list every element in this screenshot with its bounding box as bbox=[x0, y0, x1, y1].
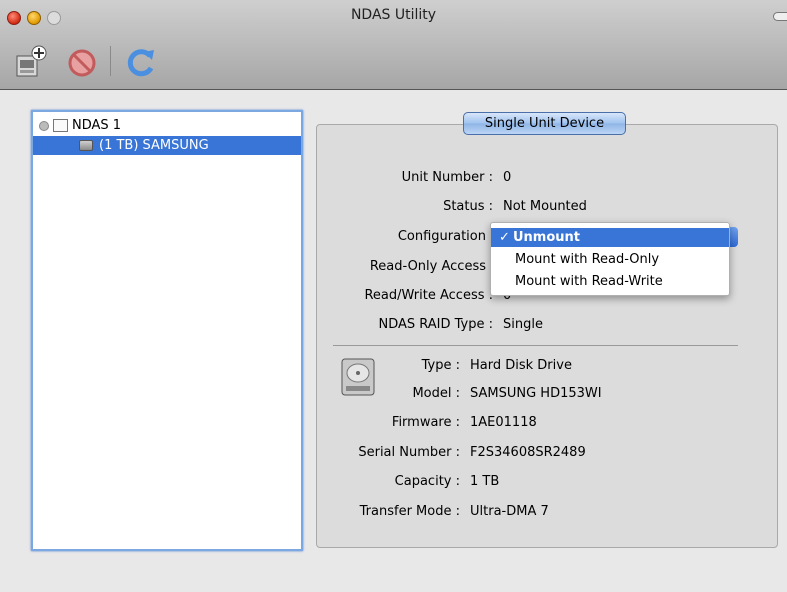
transfer-mode-label: Transfer Mode : bbox=[359, 504, 460, 519]
capacity-label: Capacity : bbox=[394, 474, 460, 489]
capacity-value: 1 TB bbox=[470, 474, 500, 489]
disclosure-icon[interactable] bbox=[39, 120, 49, 131]
hard-disk-drive-icon bbox=[341, 358, 375, 396]
firmware-label: Firmware : bbox=[391, 415, 460, 430]
disconnect-icon bbox=[68, 49, 96, 77]
disconnect-button[interactable] bbox=[64, 44, 100, 78]
refresh-icon bbox=[127, 49, 154, 77]
type-value: Hard Disk Drive bbox=[470, 358, 572, 373]
model-label: Model : bbox=[412, 386, 460, 401]
tree-item-label: NDAS 1 bbox=[72, 118, 122, 133]
configuration-menu: ✓ Unmount Mount with Read-Only Mount with… bbox=[490, 222, 730, 296]
device-tree[interactable]: NDAS 1 (1 TB) SAMSUNG bbox=[31, 110, 303, 551]
serial-number-value: F2S34608SR2489 bbox=[470, 445, 586, 460]
checkmark-icon: ✓ bbox=[499, 230, 510, 245]
device-info-panel bbox=[316, 124, 778, 548]
read-only-access-label: Read-Only Access bbox=[369, 259, 486, 274]
serial-number-label: Serial Number : bbox=[358, 445, 460, 460]
refresh-button[interactable] bbox=[124, 44, 160, 78]
status-value: Not Mounted bbox=[503, 199, 587, 214]
read-write-access-label: Read/Write Access : bbox=[364, 288, 493, 303]
new-device-icon bbox=[16, 45, 47, 77]
toolbar-toggle-button[interactable] bbox=[773, 12, 787, 21]
new-device-button[interactable] bbox=[14, 44, 50, 78]
device-checkbox[interactable] bbox=[53, 119, 68, 132]
hard-disk-icon bbox=[79, 140, 93, 151]
menu-item-mount-read-only[interactable]: Mount with Read-Only bbox=[491, 250, 729, 269]
menu-item-label: Unmount bbox=[513, 230, 581, 245]
firmware-value: 1AE01118 bbox=[470, 415, 537, 430]
transfer-mode-value: Ultra-DMA 7 bbox=[470, 504, 549, 519]
raid-type-value: Single bbox=[503, 317, 543, 332]
model-value: SAMSUNG HD153WI bbox=[470, 386, 602, 401]
window-title: NDAS Utility bbox=[350, 7, 437, 23]
unit-number-label: Unit Number : bbox=[401, 170, 493, 185]
section-divider bbox=[333, 345, 738, 346]
title-bar: NDAS Utility bbox=[0, 0, 787, 90]
tree-item-samsung[interactable]: (1 TB) SAMSUNG bbox=[33, 136, 301, 155]
tree-item-ndas-1[interactable]: NDAS 1 bbox=[33, 116, 301, 135]
type-label: Type : bbox=[421, 358, 460, 373]
menu-item-mount-read-write[interactable]: Mount with Read-Write bbox=[491, 272, 729, 291]
main-window: NDAS Utility NDAS 1 (1 TB) SAMSUNG Singl… bbox=[0, 0, 787, 592]
toolbar-separator bbox=[110, 46, 111, 76]
raid-type-label: NDAS RAID Type : bbox=[378, 317, 493, 332]
menu-item-unmount[interactable]: ✓ Unmount bbox=[491, 228, 729, 247]
single-unit-device-tab[interactable]: Single Unit Device bbox=[463, 112, 626, 135]
configuration-label: Configuration bbox=[397, 229, 486, 244]
unit-number-value: 0 bbox=[503, 170, 512, 185]
tree-item-label: (1 TB) SAMSUNG bbox=[99, 138, 209, 153]
status-label: Status : bbox=[443, 199, 493, 214]
